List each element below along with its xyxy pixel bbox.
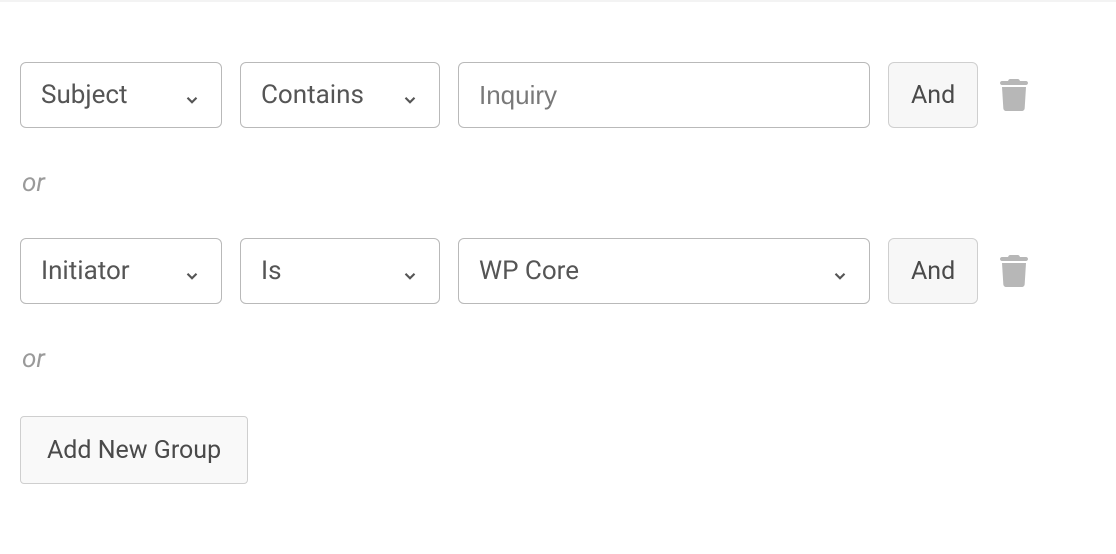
operator-label: Contains [261, 80, 364, 110]
and-button[interactable]: And [888, 62, 978, 128]
operator-select[interactable]: Is [240, 238, 440, 304]
chevron-down-icon [183, 86, 201, 104]
operator-label: Is [261, 256, 282, 286]
field-label: Subject [41, 80, 128, 110]
and-button-label: And [911, 257, 955, 286]
trash-icon[interactable] [1000, 254, 1028, 288]
field-select[interactable]: Initiator [20, 238, 222, 304]
chevron-down-icon [183, 262, 201, 280]
chevron-down-icon [401, 86, 419, 104]
and-button-label: And [911, 81, 955, 110]
and-button[interactable]: And [888, 238, 978, 304]
add-new-group-label: Add New Group [47, 436, 221, 465]
chevron-down-icon [401, 262, 419, 280]
value-select[interactable]: WP Core [458, 238, 870, 304]
value-label: WP Core [479, 256, 579, 286]
add-new-group-button[interactable]: Add New Group [20, 416, 248, 484]
rule-row: Initiator Is WP Core And [20, 238, 1096, 304]
value-input-wrapper [458, 62, 870, 128]
field-label: Initiator [41, 256, 130, 286]
rule-row: Subject Contains And [20, 62, 1096, 128]
or-separator: or [20, 168, 1096, 198]
chevron-down-icon [831, 262, 849, 280]
field-select[interactable]: Subject [20, 62, 222, 128]
or-separator: or [20, 344, 1096, 374]
value-input[interactable] [479, 80, 849, 111]
trash-icon[interactable] [1000, 78, 1028, 112]
operator-select[interactable]: Contains [240, 62, 440, 128]
